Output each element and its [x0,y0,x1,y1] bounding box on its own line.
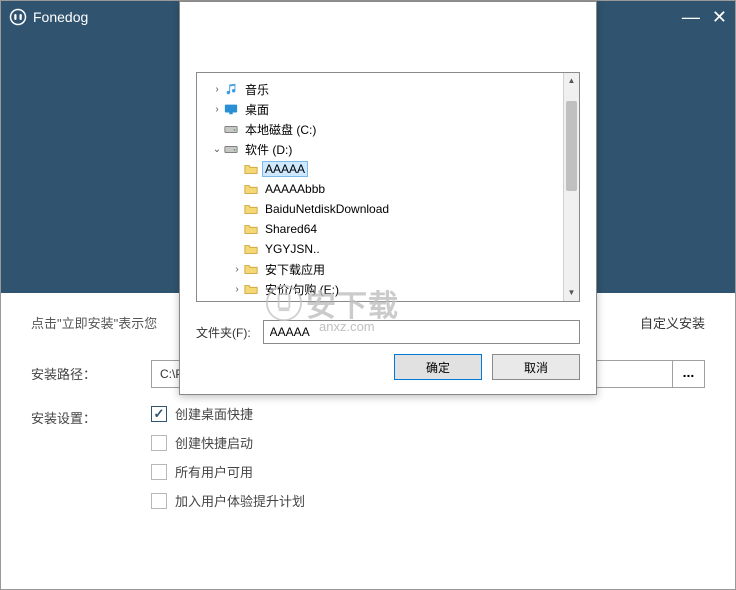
minimize-button[interactable]: — [682,7,700,28]
tree-item[interactable]: 本地磁盘 (C:) [201,119,575,139]
scroll-thumb[interactable] [566,101,577,191]
close-button[interactable]: ✕ [712,7,727,28]
tree-item-label: BaiduNetdiskDownload [263,202,391,216]
chevron-icon: › [211,104,223,115]
checkbox-icon [151,464,167,480]
tree-item[interactable]: › 安下载应用 [201,259,575,279]
tree-item[interactable]: › 安价/句购 (E:) [201,279,575,299]
folder-icon [243,162,259,176]
window-controls: — ✕ [682,7,727,28]
checkbox-all-users[interactable]: 所有用户可用 [151,462,305,481]
chevron-icon: › [231,264,243,275]
scroll-down-icon[interactable]: ▼ [564,285,579,301]
tree-item[interactable]: YGYJSN.. [201,239,575,259]
browse-folder-dialog: › 音乐 › 桌面本地磁盘 (C:) ⌄ 软件 (D:) AAAAA AAAAAbbb Baid… [179,1,597,395]
install-path-label: 安装路径： [31,360,151,383]
folder-icon [243,262,259,276]
cancel-button[interactable]: 取消 [492,354,580,380]
folder-icon [243,282,259,296]
desktop-icon [223,102,239,116]
folder-icon [243,222,259,236]
tree-scrollbar[interactable]: ▲ ▼ [563,73,579,301]
folder-tree-pane: › 音乐 › 桌面本地磁盘 (C:) ⌄ 软件 (D:) AAAAA AAAAAbbb Baid… [196,72,580,302]
checkbox-icon [151,435,167,451]
checkbox-icon [151,493,167,509]
tree-item[interactable]: AAAAA [201,159,575,179]
checkbox-label: 加入用户体验提升计划 [175,491,305,510]
folder-name-label: 文件夹(F): [196,324,251,341]
dialog-body: › 音乐 › 桌面本地磁盘 (C:) ⌄ 软件 (D:) AAAAA AAAAAbbb Baid… [180,2,596,394]
dialog-buttons: 确定 取消 [196,354,580,382]
tree-item-label: YGYJSN.. [263,242,322,256]
checkbox-desktop-shortcut[interactable]: 创建桌面快捷 [151,404,305,423]
folder-tree[interactable]: › 音乐 › 桌面本地磁盘 (C:) ⌄ 软件 (D:) AAAAA AAAAAbbb Baid… [197,73,579,302]
checkbox-user-experience[interactable]: 加入用户体验提升计划 [151,491,305,510]
chevron-icon: › [211,84,223,95]
tree-item-label: AAAAAbbb [263,182,327,196]
custom-install-link[interactable]: 自定义安装 [640,313,705,332]
brand-icon [9,8,27,26]
drive-icon [223,122,239,136]
checkbox-icon [151,406,167,422]
drive-icon [223,142,239,156]
tree-item-label: 安价/句购 (E:) [263,281,341,298]
scroll-up-icon[interactable]: ▲ [564,73,579,89]
brand: Fonedog [9,8,88,26]
tree-item[interactable]: BaiduNetdiskDownload [201,199,575,219]
install-options-row: 安装设置： 创建桌面快捷 创建快捷启动 所有用户可用 加入用户体验提升计划 [31,404,705,510]
checkbox-list: 创建桌面快捷 创建快捷启动 所有用户可用 加入用户体验提升计划 [151,404,305,510]
tree-item[interactable]: › 桌面 [201,99,575,119]
folder-icon [243,202,259,216]
tree-item-label: 本地磁盘 (C:) [243,121,318,138]
checkbox-label: 创建快捷启动 [175,433,253,452]
tree-item[interactable]: ⌄ 软件 (D:) [201,139,575,159]
tree-item-label: Shared64 [263,222,319,236]
tree-item-label: 音乐 [243,81,271,98]
tree-item-label: AAAAA [263,162,307,176]
folder-icon [243,242,259,256]
tree-item[interactable]: Shared64 [201,219,575,239]
browse-button[interactable]: ... [673,360,705,388]
tree-item-label: 软件 (D:) [243,141,294,158]
app-window: Fonedog — ✕ 点击"立即安装"表示您 自定义安装 安装路径： ... … [0,0,736,590]
checkbox-label: 所有用户可用 [175,462,253,481]
folder-name-input[interactable] [263,320,580,344]
tree-item-label: 桌面 [243,101,271,118]
folder-name-row: 文件夹(F): [196,320,580,344]
chevron-icon: ⌄ [211,144,223,155]
folder-icon [243,182,259,196]
brand-text: Fonedog [33,9,88,25]
tree-item[interactable]: AAAAAbbb [201,179,575,199]
music-icon [223,82,239,96]
ok-button[interactable]: 确定 [394,354,482,380]
checkbox-label: 创建桌面快捷 [175,404,253,423]
hint-text: 点击"立即安装"表示您 [31,313,157,332]
tree-item[interactable]: › 音乐 [201,79,575,99]
chevron-icon: › [231,284,243,295]
checkbox-quick-launch[interactable]: 创建快捷启动 [151,433,305,452]
install-options-label: 安装设置： [31,404,151,427]
tree-item-label: 安下载应用 [263,261,327,278]
